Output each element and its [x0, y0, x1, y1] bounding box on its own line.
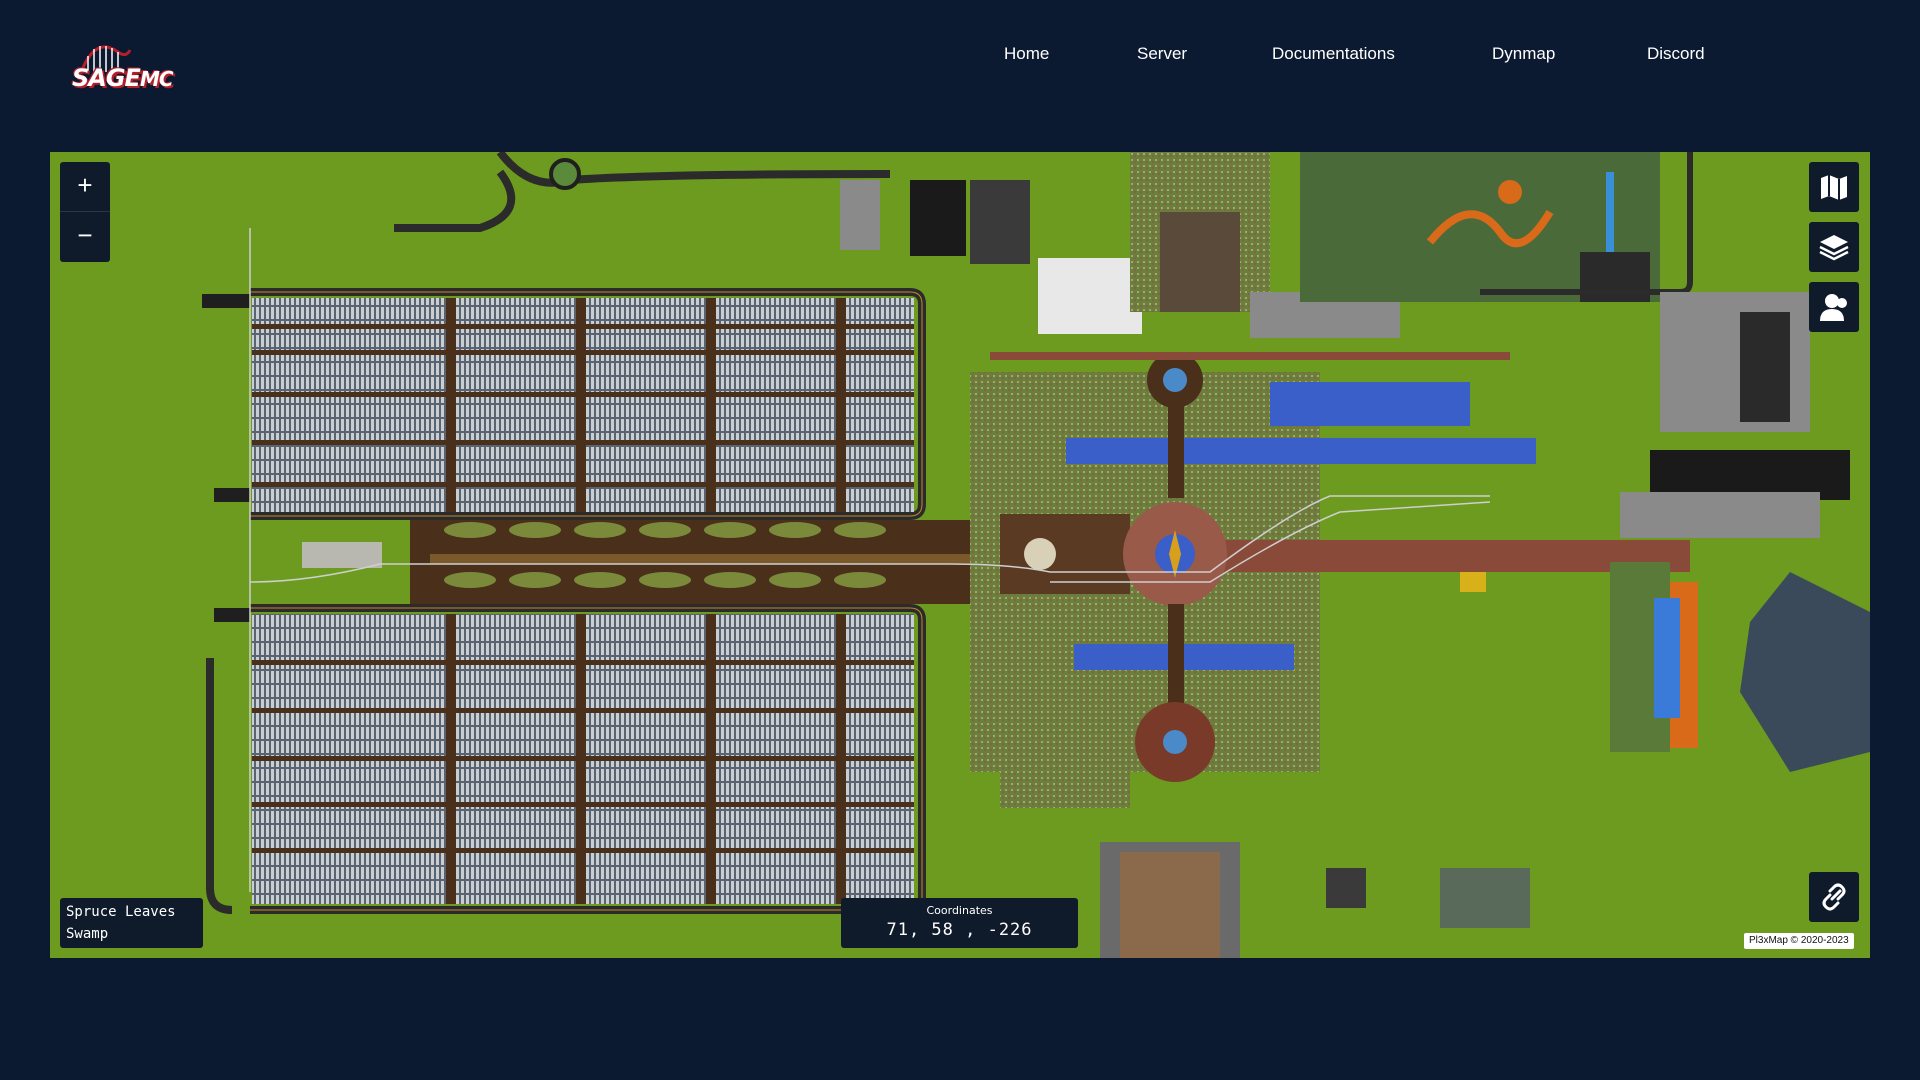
biome-name: Swamp	[66, 926, 109, 942]
map-terrain[interactable]	[50, 152, 1870, 958]
attribution[interactable]: Pl3xMap © 2020-2023	[1744, 933, 1854, 949]
nav-home[interactable]: Home	[1004, 44, 1049, 64]
coordinates-box: Coordinates 71, 58 , -226	[841, 898, 1078, 948]
map-icon[interactable]	[1809, 162, 1859, 212]
block-name: Spruce Leaves	[66, 904, 176, 920]
coordinates-label: Coordinates	[926, 904, 993, 917]
players-icon[interactable]	[1809, 282, 1859, 332]
block-info: Spruce Leaves Swamp	[60, 898, 203, 948]
nav-documentations[interactable]: Documentations	[1272, 44, 1395, 64]
link-icon[interactable]	[1809, 872, 1859, 922]
zoom-in-button[interactable]: +	[60, 162, 110, 212]
coordinates-value: 71, 58 , -226	[886, 920, 1033, 940]
world-map[interactable]: + − Spruce Leaves Swamp Coordinates 71, …	[50, 152, 1870, 958]
nav-dynmap[interactable]: Dynmap	[1492, 44, 1555, 64]
layers-icon[interactable]	[1809, 222, 1859, 272]
nav-discord[interactable]: Discord	[1647, 44, 1705, 64]
logo-text: SAGEMC	[72, 64, 174, 92]
sagemc-logo[interactable]: SAGEMC	[68, 40, 178, 108]
nav-server[interactable]: Server	[1137, 44, 1187, 64]
zoom-controls: + −	[60, 162, 110, 262]
zoom-out-button[interactable]: −	[60, 212, 110, 261]
